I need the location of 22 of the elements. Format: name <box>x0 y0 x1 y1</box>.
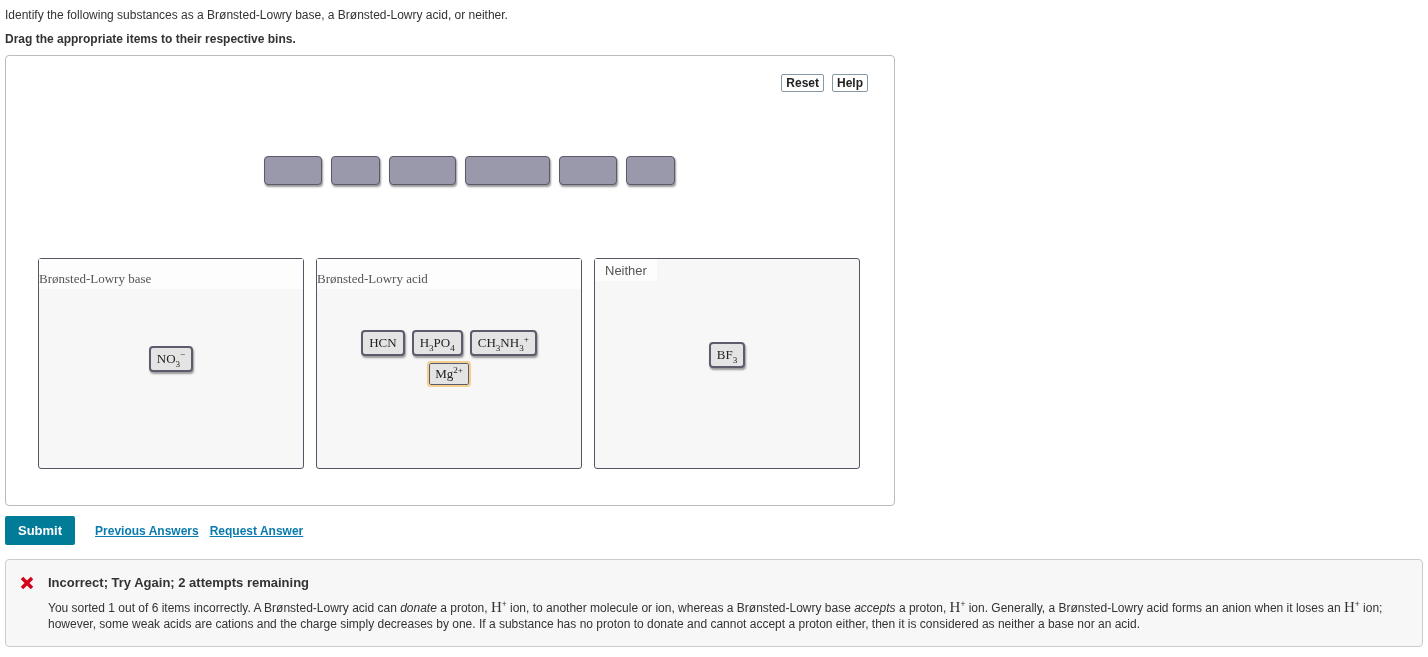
answer-bin[interactable]: Neither BF$_{3}$ <box>594 258 860 469</box>
feedback-title: Incorrect; Try Again; 2 attempts remaining <box>48 575 310 590</box>
bin-label: Brønsted-Lowry base <box>39 259 303 289</box>
draggable-item[interactable]: Mg$^{2+}$ <box>427 361 471 387</box>
task-text: Drag the appropriate items to their respective bins. <box>5 32 297 46</box>
reset-button[interactable]: Reset <box>781 74 824 92</box>
instructions-text: Identify the following substances as a Brønsted-Lowry base, a Brønsted-Lowry acid, or neither. <box>5 8 509 22</box>
answer-link[interactable]: Previous Answers <box>95 523 199 538</box>
answer-link[interactable]: Request Answer <box>209 523 304 538</box>
help-button[interactable]: Help <box>832 74 868 92</box>
draggable-item[interactable]: H$_{3}$PO$_{4}$ <box>411 330 463 356</box>
bin-label: Brønsted-Lowry acid <box>317 259 581 289</box>
draggable-item[interactable]: HCN <box>361 330 405 356</box>
empty-slot <box>264 156 322 185</box>
empty-slot <box>559 156 617 185</box>
submit-button[interactable]: Submit <box>5 516 76 545</box>
feedback-text: You sorted 1 out of 6 items incorrectly. A Brønsted-Lowry acid can donate a proton, H$^{+}$ ion, to another molecule or ion, whereas a Brønsted-Lowry base accepts a proton, H$^{+}$ ion. Generally, a Brønsted-Lowry acid forms an anion when it loses an H$^{+}$ ion; however, some weak acids are cations and the charge simply decreases by one. If a substance has no proton to donate and cannot accept a proton either, then it is considered as neither a base nor an acid. <box>48 599 1384 632</box>
empty-slot <box>389 156 456 185</box>
draggable-item[interactable]: BF$_{3}$ <box>708 341 746 368</box>
bin-label: Neither <box>595 259 657 281</box>
empty-slot <box>626 156 675 185</box>
empty-slot <box>331 156 380 185</box>
